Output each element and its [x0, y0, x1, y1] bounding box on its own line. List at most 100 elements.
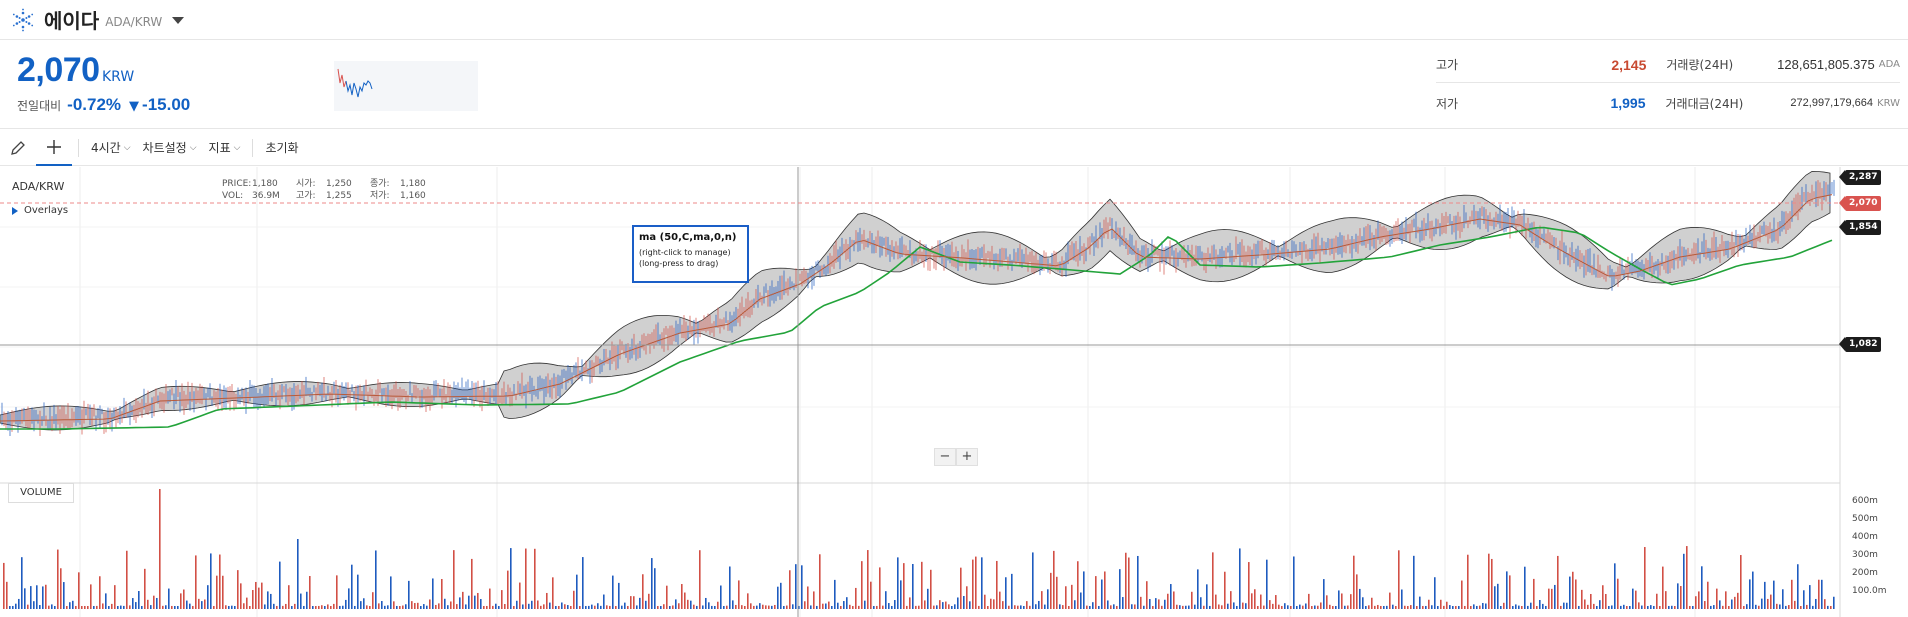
triangle-right-icon	[12, 206, 18, 215]
volume-bar	[1287, 605, 1289, 609]
price-key: PRICE:	[222, 179, 252, 189]
volume-bar	[204, 599, 206, 609]
volume-bar	[1728, 605, 1730, 609]
volume-bar	[1434, 577, 1436, 609]
high-key: 고가:	[296, 191, 316, 201]
axis-tag-top: 2,287	[1838, 170, 1882, 185]
volume-bar	[492, 605, 494, 609]
volume-bar	[1125, 552, 1127, 609]
volume-bar	[1212, 552, 1214, 609]
volume-bar	[1149, 599, 1151, 609]
volume-bar	[837, 602, 839, 609]
volume-bar	[1584, 599, 1586, 609]
reset-button[interactable]: 초기화	[259, 139, 304, 156]
volume-bar	[687, 599, 689, 609]
volume-bar	[1308, 593, 1310, 609]
overlays-toggle[interactable]: Overlays	[12, 205, 68, 216]
volume-bar	[111, 603, 113, 609]
crosshair-icon[interactable]	[36, 130, 72, 166]
coin-header: 에이다 ADA/KRW	[0, 0, 1908, 40]
volume-bar	[1347, 605, 1349, 609]
volume-bar	[1089, 605, 1091, 609]
volume-bar	[432, 578, 434, 609]
volume-bar	[393, 601, 395, 609]
volume-bar	[576, 574, 578, 609]
volume-bar	[549, 602, 551, 609]
volume-24h-value: 128,651,805.375	[1777, 57, 1875, 72]
volume-bar	[327, 604, 329, 609]
volume-bar	[1245, 603, 1247, 609]
high-value: 2,145	[1611, 56, 1647, 73]
volume-bar	[861, 561, 863, 609]
volume-bar	[1050, 572, 1052, 609]
volume-bar	[561, 602, 563, 609]
volume-bar	[1233, 602, 1235, 609]
volume-bar	[762, 604, 764, 609]
volume-bar	[930, 569, 932, 609]
volume-bar	[1305, 603, 1307, 609]
volume-bar	[600, 605, 602, 609]
volume-bar	[1431, 605, 1433, 609]
volume-bar	[531, 600, 533, 609]
zoom-in-button[interactable]: +	[956, 448, 978, 466]
volume-bar	[396, 605, 398, 609]
volume-bar	[1797, 564, 1799, 609]
chart-pair-label: ADA/KRW	[12, 180, 65, 193]
volume-bar	[594, 605, 596, 609]
volume-bar	[1302, 605, 1304, 609]
volume-bar	[792, 604, 794, 609]
volume-bar	[1218, 604, 1220, 609]
volume-bar	[765, 605, 767, 609]
volume-bar	[1578, 605, 1580, 609]
volume-bar	[1659, 606, 1661, 609]
indicator-tooltip[interactable]: ma (50,C,ma,0,n) (right-click to manage)…	[632, 225, 749, 283]
volume-bar	[915, 605, 917, 609]
chart-settings-dropdown[interactable]: 차트설정 ⌵	[137, 139, 203, 156]
volume-bar	[1377, 604, 1379, 609]
volume-bar	[639, 597, 641, 609]
volume-bar	[1611, 605, 1613, 609]
volume-bar	[666, 585, 668, 609]
volume-bar	[1677, 583, 1679, 609]
volume-bar	[1227, 603, 1229, 609]
volume-bar	[1353, 555, 1355, 609]
volume-bar	[1743, 605, 1745, 609]
volume-bar	[1713, 605, 1715, 609]
volume-bar	[1452, 605, 1454, 609]
volume-bar	[969, 601, 971, 609]
volume-bar	[219, 554, 221, 609]
volume-bar	[1575, 579, 1577, 609]
volume-bar	[1428, 599, 1430, 609]
price-chart[interactable]	[0, 167, 1908, 617]
caret-down-icon[interactable]	[172, 17, 185, 24]
volume-bar	[1461, 580, 1463, 609]
axis-tag-current: 2,070	[1838, 196, 1882, 211]
volume-bar	[1251, 593, 1253, 609]
indicators-dropdown[interactable]: 지표 ⌵	[203, 139, 247, 156]
volume-bar	[705, 597, 707, 609]
volume-bar	[1500, 606, 1502, 609]
pencil-icon[interactable]	[0, 130, 36, 166]
volume-bar	[570, 605, 572, 609]
volume-bar	[621, 605, 623, 609]
volume-bar	[516, 600, 518, 609]
volume-bar	[1740, 555, 1742, 609]
volume-bar	[1707, 581, 1709, 609]
volume-bar	[1143, 605, 1145, 609]
volume-bar	[222, 575, 224, 609]
volume-bar	[1236, 605, 1238, 609]
volume-bar	[444, 598, 446, 609]
chart-area[interactable]: ADA/KRW Overlays PRICE: 1,180 시가: 1,250 …	[0, 167, 1908, 617]
volume-bar	[1800, 605, 1802, 609]
volume-bar	[276, 605, 278, 609]
volume-bar	[540, 605, 542, 609]
volume-bar	[963, 595, 965, 609]
volume-bar	[528, 603, 530, 609]
volume-bar	[1095, 576, 1097, 609]
interval-dropdown[interactable]: 4시간 ⌵	[85, 139, 137, 156]
volume-bar	[465, 604, 467, 609]
volume-bar	[1071, 584, 1073, 609]
zoom-out-button[interactable]: −	[934, 448, 956, 466]
volume-bar	[1131, 604, 1133, 609]
volume-bar	[732, 600, 734, 609]
